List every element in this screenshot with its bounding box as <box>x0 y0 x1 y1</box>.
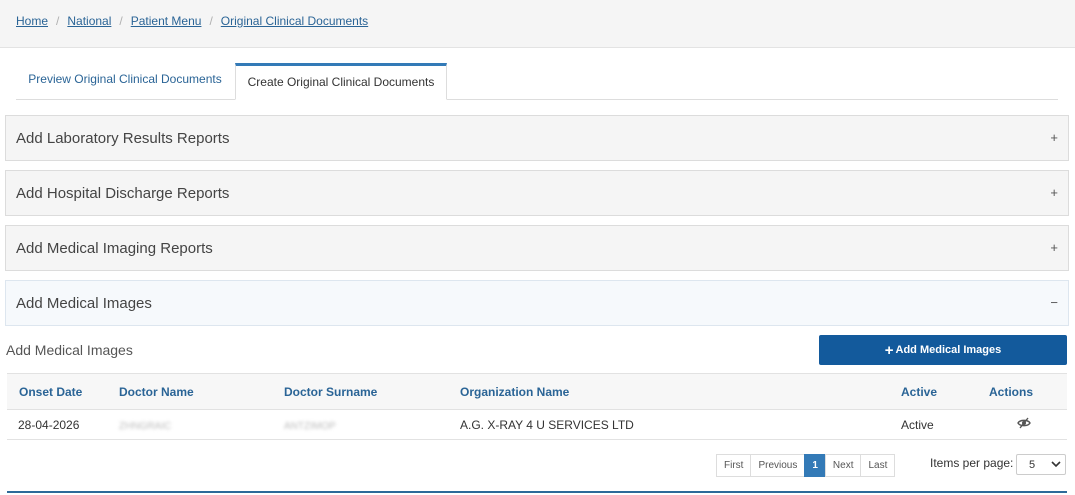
chevron-down-icon <box>1051 458 1061 473</box>
panel-laboratory-results[interactable]: Add Laboratory Results Reports + <box>5 115 1069 161</box>
items-per-page-value: 5 <box>1029 459 1036 471</box>
redacted-doctor-name: ZHNGRAIC <box>119 420 172 432</box>
collapse-icon[interactable]: − <box>1050 295 1058 310</box>
column-doctor-name[interactable]: Doctor Name <box>119 373 284 410</box>
pagination-first[interactable]: First <box>716 454 752 477</box>
panel-title: Add Hospital Discharge Reports <box>16 185 230 202</box>
eye-slash-icon[interactable] <box>1017 417 1031 432</box>
breadcrumb-national[interactable]: National <box>67 14 111 28</box>
tab-preview-original-clinical-documents[interactable]: Preview Original Clinical Documents <box>16 63 234 99</box>
table-header-row: Onset Date Doctor Name Doctor Surname Or… <box>7 373 1067 410</box>
pagination-previous[interactable]: Previous <box>750 454 806 477</box>
panel-medical-imaging-reports[interactable]: Add Medical Imaging Reports + <box>5 225 1069 271</box>
breadcrumb-home[interactable]: Home <box>16 14 48 28</box>
expand-icon[interactable]: + <box>1050 130 1058 145</box>
cell-organization: A.G. X-RAY 4 U SERVICES LTD <box>460 409 901 440</box>
breadcrumb-separator: / <box>209 14 213 28</box>
pagination-last[interactable]: Last <box>860 454 896 477</box>
column-doctor-surname[interactable]: Doctor Surname <box>284 373 460 410</box>
plus-icon: + <box>884 341 894 359</box>
panel-title: Add Laboratory Results Reports <box>16 130 230 147</box>
pagination: First Previous 1 Next Last <box>716 454 896 477</box>
column-active[interactable]: Active <box>901 373 989 410</box>
cell-doctor-name: ZHNGRAIC <box>119 409 284 440</box>
panel-title: Add Medical Images <box>16 295 152 312</box>
table-row: 28-04-2026 ZHNGRAIC ANTZIMOP A.G. X-RAY … <box>7 409 1067 440</box>
items-per-page-select[interactable]: 5 <box>1016 454 1066 475</box>
panel-title: Add Medical Imaging Reports <box>16 240 213 257</box>
breadcrumb-original-clinical-documents[interactable]: Original Clinical Documents <box>221 14 368 28</box>
bottom-divider <box>7 491 1067 493</box>
tab-create-original-clinical-documents[interactable]: Create Original Clinical Documents <box>235 63 447 100</box>
cell-active: Active <box>901 409 989 440</box>
items-per-page-label: Items per page: <box>930 456 1014 470</box>
breadcrumb-bar: Home / National / Patient Menu / Origina… <box>0 0 1075 48</box>
cell-onset-date: 28-04-2026 <box>7 409 119 440</box>
add-medical-images-label: Add Medical Images <box>895 344 1002 356</box>
breadcrumb-patient-menu[interactable]: Patient Menu <box>131 14 202 28</box>
expand-icon[interactable]: + <box>1050 240 1058 255</box>
panel-hospital-discharge[interactable]: Add Hospital Discharge Reports + <box>5 170 1069 216</box>
pagination-next[interactable]: Next <box>824 454 862 477</box>
document-tabs: Preview Original Clinical Documents Crea… <box>16 63 1058 100</box>
cell-actions <box>989 409 1067 440</box>
pagination-page-1[interactable]: 1 <box>804 454 826 477</box>
section-subtitle: Add Medical Images <box>6 342 133 358</box>
breadcrumb-separator: / <box>56 14 60 28</box>
add-medical-images-button[interactable]: + Add Medical Images <box>819 335 1067 365</box>
breadcrumb: Home / National / Patient Menu / Origina… <box>16 14 368 28</box>
panel-medical-images[interactable]: Add Medical Images − <box>5 280 1069 326</box>
cell-doctor-surname: ANTZIMOP <box>284 409 460 440</box>
breadcrumb-separator: / <box>119 14 123 28</box>
column-organization-name[interactable]: Organization Name <box>460 373 901 410</box>
expand-icon[interactable]: + <box>1050 185 1058 200</box>
column-actions: Actions <box>989 373 1067 410</box>
column-onset-date[interactable]: Onset Date <box>7 373 119 410</box>
medical-images-table: Onset Date Doctor Name Doctor Surname Or… <box>7 373 1067 440</box>
redacted-doctor-surname: ANTZIMOP <box>284 420 336 432</box>
